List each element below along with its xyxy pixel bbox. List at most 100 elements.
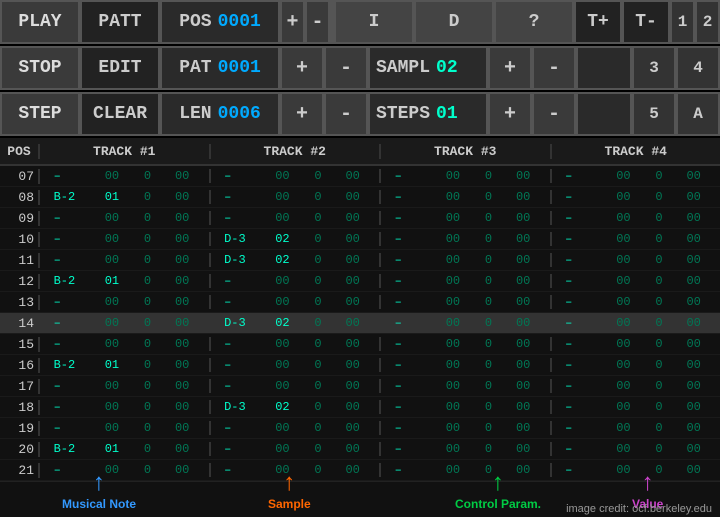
pat-value: 0001 (218, 58, 261, 78)
num3-button[interactable]: 3 (632, 46, 676, 90)
numa-button[interactable]: A (676, 92, 720, 136)
table-row[interactable]: 07–00000–00000–00000–00000 (0, 166, 720, 187)
param-value: 00 (686, 295, 706, 309)
len-minus-button[interactable]: - (324, 92, 368, 136)
num4-button[interactable]: 4 (676, 46, 720, 90)
sample-value: 00 (275, 295, 295, 309)
annotation-arrow: ↑ (282, 473, 296, 497)
sampl-plus-button[interactable]: + (488, 46, 532, 90)
table-row[interactable]: 11–00000D-302000–00000–00000 (0, 250, 720, 271)
control-value: 0 (655, 211, 667, 225)
note-value: – (395, 358, 427, 372)
pos-cell: 08 (0, 190, 40, 205)
track-cell: –00000 (552, 316, 720, 330)
len-plus-button[interactable]: + (280, 92, 324, 136)
patt-button[interactable]: PATT (80, 0, 160, 44)
param-value: 00 (175, 253, 195, 267)
table-row[interactable]: 18–00000D-302000–00000–00000 (0, 397, 720, 418)
track-cell: –00000 (381, 400, 552, 414)
sampl-display: SAMPL 02 (368, 46, 488, 90)
track-cell: D-302000 (211, 400, 382, 414)
table-row[interactable]: 12B-201000–00000–00000–00000 (0, 271, 720, 292)
pat-plus-button[interactable]: + (280, 46, 324, 90)
annotation: ↑Sample (268, 473, 311, 511)
table-row[interactable]: 14–00000D-302000–00000–00000 (0, 313, 720, 334)
step-button[interactable]: STEP (0, 92, 80, 136)
sample-value: 02 (275, 316, 295, 330)
track-cell: D-302000 (211, 316, 382, 330)
note-value: – (565, 211, 597, 225)
steps-plus-button[interactable]: + (488, 92, 532, 136)
sampl-value: 02 (436, 58, 458, 78)
table-row[interactable]: 20B-201000–00000–00000–00000 (0, 439, 720, 460)
sampl-minus-button[interactable]: - (532, 46, 576, 90)
sample-value: 00 (275, 211, 295, 225)
pos-cell: 12 (0, 274, 40, 289)
note-value: – (395, 169, 427, 183)
tminus-button[interactable]: T- (622, 0, 670, 44)
table-row[interactable]: 13–00000–00000–00000–00000 (0, 292, 720, 313)
control-value: 0 (314, 274, 326, 288)
pat-minus-button[interactable]: - (324, 46, 368, 90)
sample-value: 00 (105, 379, 125, 393)
table-row[interactable]: 16B-201000–00000–00000–00000 (0, 355, 720, 376)
spacer-2 (576, 46, 632, 90)
pos-cell: 15 (0, 337, 40, 352)
len-value: 0006 (218, 104, 261, 124)
sample-value: 00 (446, 442, 466, 456)
q-button[interactable]: ? (494, 0, 574, 44)
control-value: 0 (314, 421, 326, 435)
annotation-arrow: ↑ (92, 473, 106, 497)
control-value: 0 (144, 358, 156, 372)
steps-minus-button[interactable]: - (532, 92, 576, 136)
steps-label: STEPS (376, 104, 430, 124)
num5-button[interactable]: 5 (632, 92, 676, 136)
d-button[interactable]: D (414, 0, 494, 44)
param-value: 00 (345, 421, 365, 435)
param-value: 00 (345, 232, 365, 246)
track-cell: –00000 (381, 211, 552, 225)
table-row[interactable]: 19–00000–00000–00000–00000 (0, 418, 720, 439)
pos-plus-button[interactable]: + (280, 0, 305, 44)
sample-value: 00 (105, 295, 125, 309)
control-value: 0 (485, 379, 497, 393)
play-button[interactable]: PLAY (0, 0, 80, 44)
note-value: D-3 (224, 400, 256, 414)
table-row[interactable]: 08B-201000–00000–00000–00000 (0, 187, 720, 208)
len-display: LEN 0006 (160, 92, 280, 136)
pos-value: 0001 (218, 12, 261, 32)
note-value: – (224, 211, 256, 225)
control-value: 0 (655, 274, 667, 288)
param-value: 00 (516, 358, 536, 372)
annotation-area: ↑Musical Note↑Sample↑Control Param.↑Valu… (0, 481, 720, 517)
note-value: – (224, 442, 256, 456)
table-row[interactable]: 09–00000–00000–00000–00000 (0, 208, 720, 229)
control-value: 0 (314, 400, 326, 414)
control-value: 0 (144, 316, 156, 330)
param-value: 00 (516, 400, 536, 414)
table-row[interactable]: 17–00000–00000–00000–00000 (0, 376, 720, 397)
num1-button[interactable]: 1 (670, 0, 695, 44)
param-value: 00 (345, 337, 365, 351)
num2-button[interactable]: 2 (695, 0, 720, 44)
note-value: – (224, 421, 256, 435)
track-cell: B-201000 (40, 442, 211, 456)
tplus-button[interactable]: T+ (574, 0, 622, 44)
sampl-label: SAMPL (376, 58, 430, 78)
param-value: 00 (516, 316, 536, 330)
header-track3: TRACK #3 (381, 144, 552, 159)
annotation: ↑Control Param. (455, 473, 541, 511)
pos-minus-button[interactable]: - (305, 0, 330, 44)
sample-value: 00 (275, 274, 295, 288)
note-value: – (395, 379, 427, 393)
i-button[interactable]: I (334, 0, 414, 44)
edit-button[interactable]: EDIT (80, 46, 160, 90)
stop-button[interactable]: STOP (0, 46, 80, 90)
track-cell: –00000 (552, 379, 720, 393)
sample-value: 00 (616, 421, 636, 435)
table-row[interactable]: 15–00000–00000–00000–00000 (0, 334, 720, 355)
param-value: 00 (345, 169, 365, 183)
track-cell: D-302000 (211, 253, 382, 267)
clear-button[interactable]: CLEAR (80, 92, 160, 136)
table-row[interactable]: 10–00000D-302000–00000–00000 (0, 229, 720, 250)
